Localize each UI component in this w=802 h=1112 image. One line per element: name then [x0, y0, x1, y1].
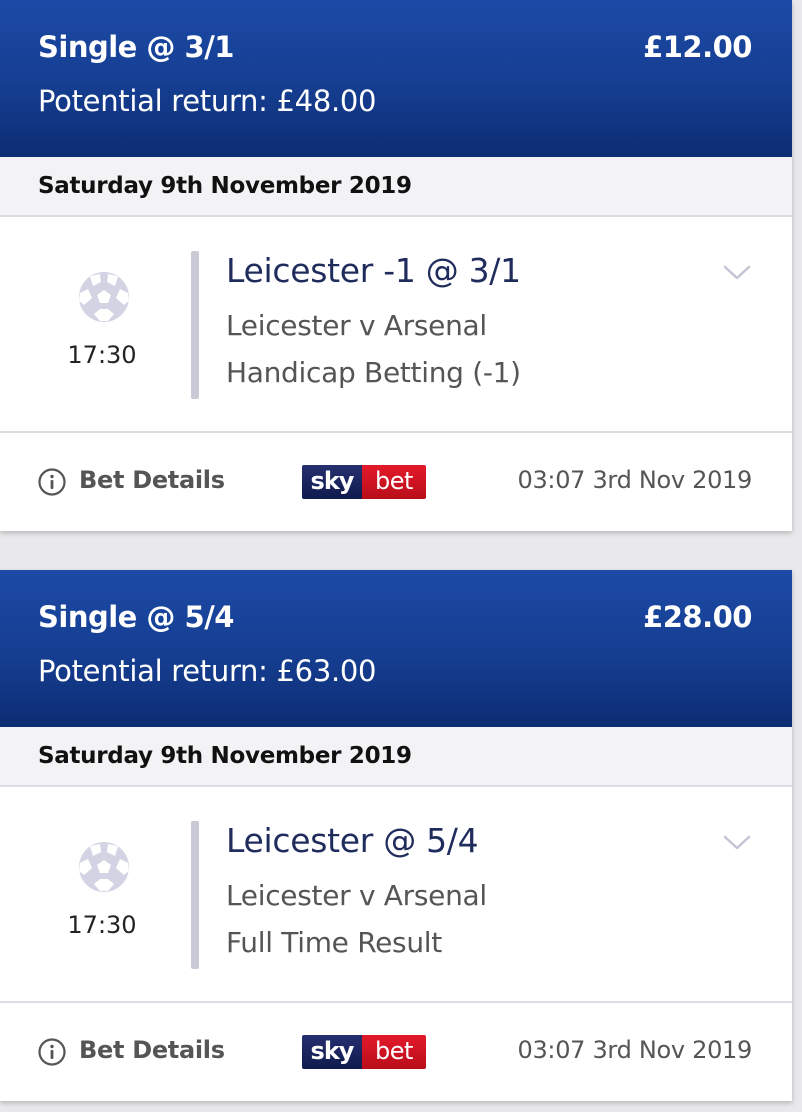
event-name: Leicester v Arsenal	[226, 879, 487, 912]
football-icon	[79, 272, 129, 322]
market-name: Handicap Betting (-1)	[226, 356, 521, 389]
event-time: 17:30	[67, 911, 137, 939]
selection-row[interactable]: 17:30 Leicester -1 @ 3/1 Leicester v Ars…	[0, 217, 792, 433]
selection-name: Leicester -1 @ 3/1	[226, 251, 521, 290]
bet-placed-time: 03:07 3rd Nov 2019	[517, 1036, 752, 1064]
bet-history-page: Single @ 3/1 £12.00 Potential return: £4…	[0, 0, 802, 1112]
event-time: 17:30	[67, 341, 137, 369]
bet-header: Single @ 5/4 £28.00 Potential return: £6…	[0, 570, 792, 727]
bet-details-link[interactable]: Bet Details	[79, 466, 225, 494]
event-date: Saturday 9th November 2019	[0, 157, 792, 217]
skybet-logo-sky: sky	[302, 465, 362, 499]
bet-footer: Bet Details sky bet 03:07 3rd Nov 2019	[0, 1003, 792, 1101]
bet-details-link[interactable]: Bet Details	[79, 1036, 225, 1064]
bet-footer: Bet Details sky bet 03:07 3rd Nov 2019	[0, 433, 792, 531]
info-icon[interactable]	[38, 1038, 66, 1066]
stake-amount: £12.00	[643, 30, 752, 64]
skybet-logo: sky bet	[302, 465, 426, 499]
selection-divider	[191, 251, 199, 399]
bet-placed-time: 03:07 3rd Nov 2019	[517, 466, 752, 494]
chevron-down-icon[interactable]	[722, 262, 752, 282]
bet-type-label: Single @ 3/1	[38, 30, 234, 64]
stake-amount: £28.00	[643, 600, 752, 634]
football-icon	[79, 842, 129, 892]
event-name: Leicester v Arsenal	[226, 309, 487, 342]
potential-return: Potential return: £48.00	[38, 84, 377, 118]
bet-header: Single @ 3/1 £12.00 Potential return: £4…	[0, 0, 792, 157]
event-date: Saturday 9th November 2019	[0, 727, 792, 787]
selection-name: Leicester @ 5/4	[226, 821, 479, 860]
skybet-logo: sky bet	[302, 1035, 426, 1069]
bet-card[interactable]: Single @ 5/4 £28.00 Potential return: £6…	[0, 570, 792, 1101]
potential-return: Potential return: £63.00	[38, 654, 377, 688]
skybet-logo-bet: bet	[362, 1035, 426, 1069]
info-icon[interactable]	[38, 468, 66, 496]
market-name: Full Time Result	[226, 926, 442, 959]
chevron-down-icon[interactable]	[722, 832, 752, 852]
skybet-logo-sky: sky	[302, 1035, 362, 1069]
selection-row[interactable]: 17:30 Leicester @ 5/4 Leicester v Arsena…	[0, 787, 792, 1003]
selection-divider	[191, 821, 199, 969]
bet-type-label: Single @ 5/4	[38, 600, 234, 634]
skybet-logo-bet: bet	[362, 465, 426, 499]
bet-card[interactable]: Single @ 3/1 £12.00 Potential return: £4…	[0, 0, 792, 531]
